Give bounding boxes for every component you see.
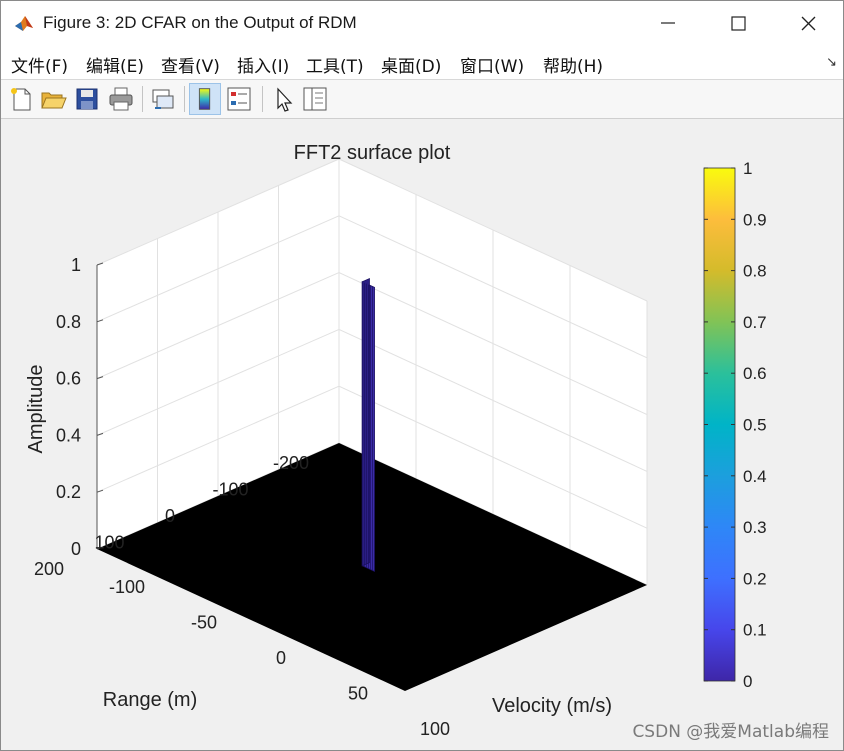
y-tick-label: 0 — [165, 506, 175, 526]
colorbar-tick-label: 0.3 — [743, 518, 767, 537]
matlab-logo-icon — [15, 16, 33, 31]
menu-edit[interactable]: 编辑(E) — [86, 52, 144, 77]
colorbar-icon[interactable] — [189, 83, 221, 115]
toolbar-separator — [262, 86, 263, 112]
z-tick-label: 0.8 — [56, 312, 81, 332]
figure-toolbar — [1, 80, 843, 119]
x-tick-label: 0 — [276, 648, 286, 668]
minimize-button[interactable] — [633, 1, 703, 45]
menu-file[interactable]: 文件(F) — [11, 52, 68, 77]
property-inspector-icon[interactable] — [299, 83, 331, 115]
surface-plot[interactable]: 0 0.2 0.4 0.6 0.8 1 200 100 0 -100 -200 -100 -50 0 50 1… — [1, 119, 843, 750]
menu-tools[interactable]: 工具(T) — [306, 52, 364, 77]
y-tick-label: -200 — [273, 453, 309, 473]
title-bar[interactable]: Figure 3: 2D CFAR on the Output of RDM — [1, 1, 843, 45]
toolbar-separator — [184, 86, 185, 112]
x-tick-label: -50 — [191, 613, 217, 633]
window-title: Figure 3: 2D CFAR on the Output of RDM — [43, 13, 357, 32]
colorbar-tick-label: 0 — [743, 672, 752, 691]
watermark: CSDN @我爱Matlab编程 — [632, 722, 829, 742]
open-folder-icon[interactable] — [37, 83, 69, 115]
colorbar-gradient — [703, 167, 736, 682]
dock-arrow-icon[interactable]: ↘ — [826, 54, 837, 70]
y-axis-label: Range (m) — [103, 689, 197, 711]
x-axis-label: Velocity (m/s) — [492, 695, 612, 717]
z-tick-label: 0.4 — [56, 425, 81, 445]
maximize-button[interactable] — [703, 1, 773, 45]
colorbar-tick-label: 0.9 — [743, 210, 767, 229]
colorbar-tick-label: 1 — [743, 159, 752, 178]
z-tick-label: 1 — [71, 255, 81, 275]
z-tick-label: 0.2 — [56, 482, 81, 502]
z-tick-label: 0 — [71, 539, 81, 559]
legend-icon[interactable] — [223, 83, 255, 115]
y-tick-label: 200 — [34, 559, 64, 579]
colorbar-tick-label: 0.5 — [743, 416, 767, 435]
z-tick-label: 0.6 — [56, 369, 81, 389]
new-figure-icon[interactable] — [5, 83, 37, 115]
y-tick-label: -100 — [212, 480, 248, 500]
close-button[interactable] — [773, 1, 843, 45]
colorbar-tick-label: 0.1 — [743, 621, 767, 640]
plot-title: FFT2 surface plot — [294, 142, 451, 164]
colorbar-tick-label: 0.8 — [743, 262, 767, 281]
figure-window: Figure 3: 2D CFAR on the Output of RDM 文… — [0, 0, 844, 751]
link-plot-icon[interactable] — [147, 83, 179, 115]
menu-help[interactable]: 帮助(H) — [543, 52, 603, 77]
x-tick-label: 50 — [348, 684, 368, 704]
x-tick-label: 100 — [420, 719, 450, 739]
menu-bar: 文件(F) 编辑(E) 查看(V) 插入(I) 工具(T) 桌面(D) 窗口(W… — [1, 45, 843, 80]
print-icon[interactable] — [105, 83, 137, 115]
z-axis-label: Amplitude — [25, 365, 47, 454]
colorbar-tick-label: 0.7 — [743, 313, 767, 332]
menu-window[interactable]: 窗口(W) — [460, 52, 524, 77]
colorbar[interactable]: 0 0.1 0.2 0.3 0.4 0.5 0.6 0.7 0.8 0.9 1 — [703, 159, 767, 691]
colorbar-tick-label: 0.4 — [743, 467, 767, 486]
colorbar-tick-label: 0.2 — [743, 569, 767, 588]
x-tick-label: -100 — [109, 577, 145, 597]
colorbar-tick-label: 0.6 — [743, 364, 767, 383]
toolbar-separator — [142, 86, 143, 112]
y-tick-label: 100 — [94, 533, 124, 553]
menu-desktop[interactable]: 桌面(D) — [381, 52, 441, 77]
save-icon[interactable] — [71, 83, 103, 115]
pointer-icon[interactable] — [267, 83, 299, 115]
menu-insert[interactable]: 插入(I) — [237, 52, 289, 77]
figure-canvas[interactable]: 0 0.2 0.4 0.6 0.8 1 200 100 0 -100 -200 -100 -50 0 50 1… — [1, 119, 843, 750]
axes-3d: 0 0.2 0.4 0.6 0.8 1 200 100 0 -100 -200 -100 -50 0 50 1… — [34, 158, 648, 739]
menu-view[interactable]: 查看(V) — [161, 52, 220, 77]
